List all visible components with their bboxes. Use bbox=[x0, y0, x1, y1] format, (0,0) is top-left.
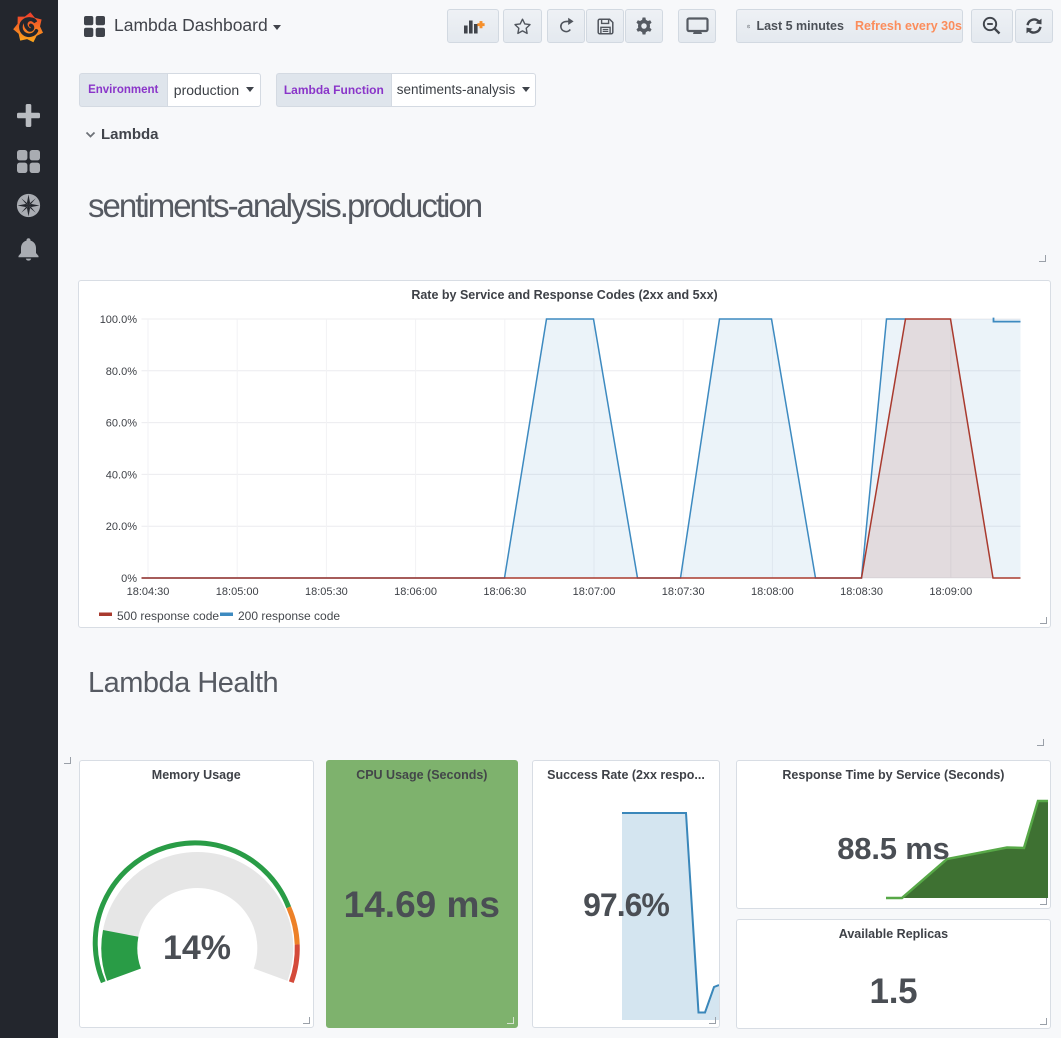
svg-text:18:08:00: 18:08:00 bbox=[751, 586, 794, 598]
svg-text:80.0%: 80.0% bbox=[106, 366, 137, 378]
svg-text:20.0%: 20.0% bbox=[106, 521, 137, 533]
svg-text:200 response code: 200 response code bbox=[238, 609, 340, 623]
svg-text:18:04:30: 18:04:30 bbox=[127, 586, 170, 598]
svg-text:18:09:00: 18:09:00 bbox=[929, 586, 972, 598]
svg-text:18:07:00: 18:07:00 bbox=[573, 586, 616, 598]
svg-text:60.0%: 60.0% bbox=[106, 418, 137, 430]
svg-text:100.0%: 100.0% bbox=[100, 314, 138, 326]
svg-text:18:06:30: 18:06:30 bbox=[483, 586, 526, 598]
svg-text:18:08:30: 18:08:30 bbox=[840, 586, 883, 598]
svg-text:18:06:00: 18:06:00 bbox=[394, 586, 437, 598]
svg-text:40.0%: 40.0% bbox=[106, 469, 137, 481]
svg-text:0%: 0% bbox=[121, 573, 137, 585]
svg-text:14%: 14% bbox=[163, 929, 231, 967]
svg-text:18:05:00: 18:05:00 bbox=[216, 586, 259, 598]
svg-text:18:07:30: 18:07:30 bbox=[662, 586, 705, 598]
svg-text:18:05:30: 18:05:30 bbox=[305, 586, 348, 598]
svg-text:500 response code: 500 response code bbox=[117, 609, 219, 623]
